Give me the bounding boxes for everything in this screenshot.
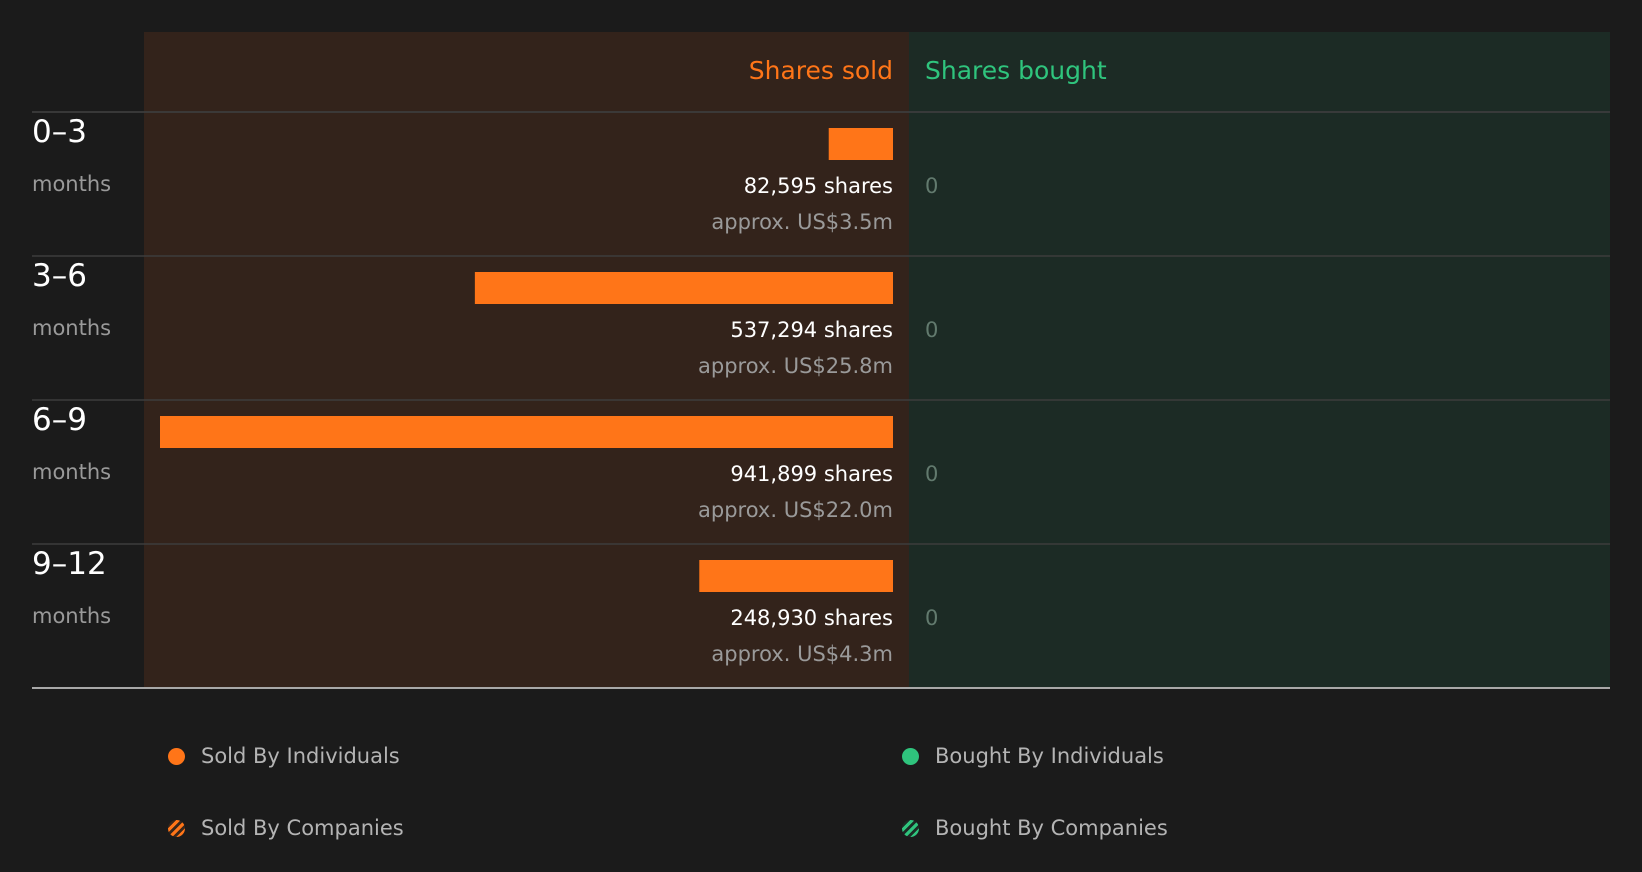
period-label: 9–12 — [32, 546, 107, 582]
solid-dot-icon — [902, 747, 919, 765]
legend-label: Sold By Individuals — [201, 744, 400, 768]
period-label: 0–3 — [32, 114, 87, 150]
legend-bought-companies[interactable]: Bought By Companies — [902, 814, 1168, 842]
sold-bar — [160, 416, 893, 448]
period-unit-label: months — [32, 604, 111, 628]
legend-label: Bought By Companies — [935, 816, 1168, 840]
solid-dot-icon — [168, 747, 185, 765]
striped-dot-icon — [902, 819, 919, 837]
sold-shares-label: 248,930 shares — [730, 606, 893, 630]
period-label: 6–9 — [32, 402, 87, 438]
legend-bought-individuals[interactable]: Bought By Individuals — [902, 742, 1164, 770]
sold-value-label: approx. US$3.5m — [711, 210, 893, 234]
sold-shares-label: 941,899 shares — [730, 462, 893, 486]
legend-sold-companies[interactable]: Sold By Companies — [168, 814, 404, 842]
sold-shares-label: 537,294 shares — [730, 318, 893, 342]
period-label: 3–6 — [32, 258, 87, 294]
sold-shares-label: 82,595 shares — [744, 174, 893, 198]
sold-bar — [699, 560, 893, 592]
header-shares-sold: Shares sold — [749, 56, 893, 85]
bought-panel — [909, 32, 1610, 688]
bought-shares-label: 0 — [925, 174, 938, 198]
sold-bar — [828, 128, 893, 160]
bought-shares-label: 0 — [925, 462, 938, 486]
legend-label: Sold By Companies — [201, 816, 404, 840]
striped-dot-icon — [168, 819, 185, 837]
period-unit-label: months — [32, 172, 111, 196]
bought-shares-label: 0 — [925, 606, 938, 630]
insider-trading-chart: Shares sold Shares bought 0–3 months 82,595 … — [32, 32, 1610, 689]
sold-value-label: approx. US$4.3m — [711, 642, 893, 666]
period-unit-label: months — [32, 460, 111, 484]
sold-value-label: approx. US$22.0m — [698, 498, 893, 522]
sold-bar — [474, 272, 893, 304]
bought-shares-label: 0 — [925, 318, 938, 342]
sold-value-label: approx. US$25.8m — [698, 354, 893, 378]
legend-sold-individuals[interactable]: Sold By Individuals — [168, 742, 400, 770]
legend-label: Bought By Individuals — [935, 744, 1164, 768]
header-shares-bought: Shares bought — [925, 56, 1107, 85]
period-unit-label: months — [32, 316, 111, 340]
